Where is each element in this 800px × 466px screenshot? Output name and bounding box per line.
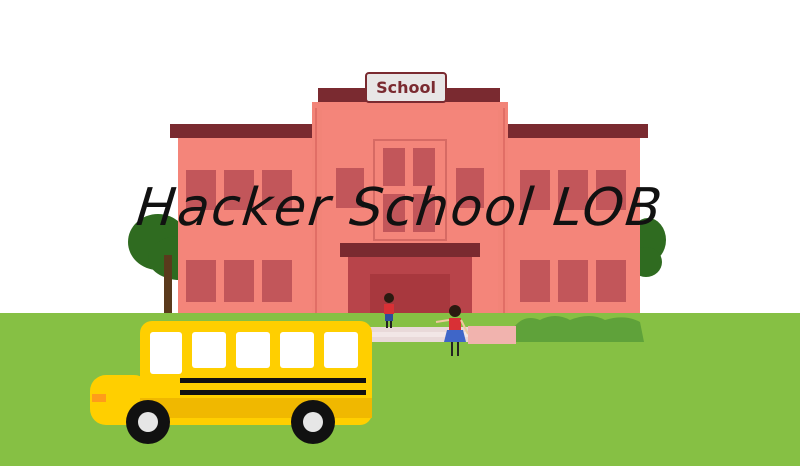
overlay-title: Hacker School LOB xyxy=(133,178,667,238)
school-illustration: School Hacker School LOB xyxy=(0,0,800,466)
hedge xyxy=(515,316,644,342)
entrance-steps xyxy=(354,326,516,344)
school-sign-label: School xyxy=(376,78,436,97)
